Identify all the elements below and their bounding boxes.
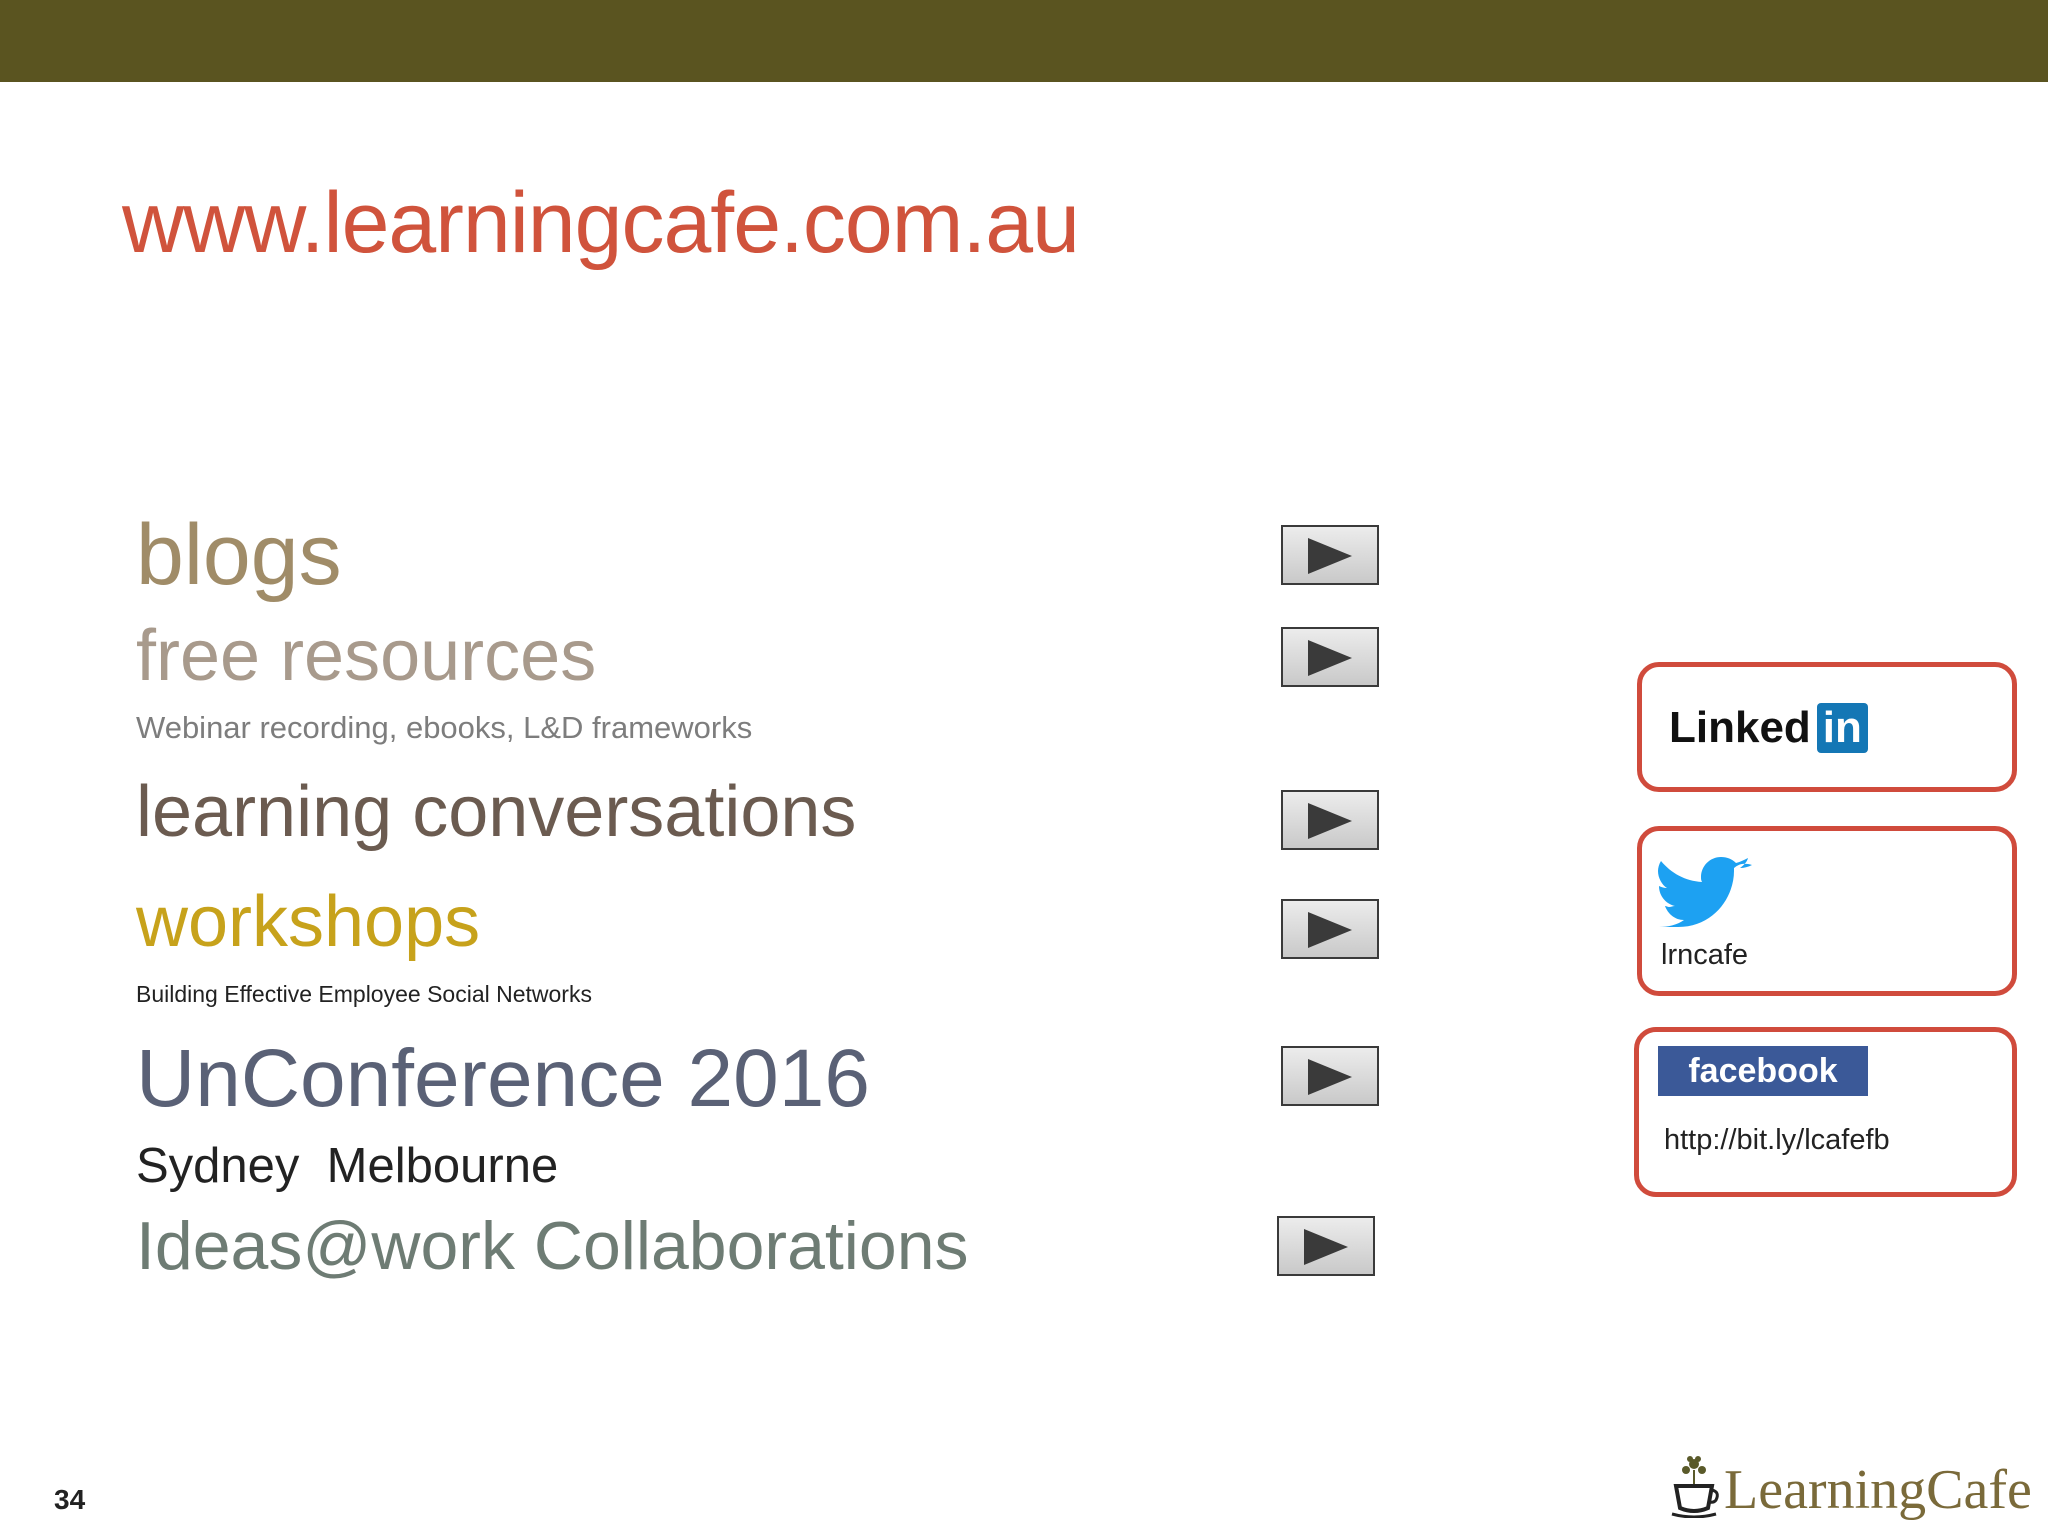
play-icon xyxy=(1304,1229,1348,1265)
free-resources-link[interactable]: free resources xyxy=(136,620,596,692)
workshops-link[interactable]: workshops xyxy=(136,886,480,958)
brand-logo: LearningCafe xyxy=(1668,1452,2032,1518)
play-icon xyxy=(1308,640,1352,676)
free-resources-subtitle: Webinar recording, ebooks, L&D framework… xyxy=(136,710,753,745)
play-icon xyxy=(1308,803,1352,839)
blogs-play-button[interactable] xyxy=(1281,525,1379,585)
page-number: 34 xyxy=(54,1484,86,1515)
linkedin-word: Linked xyxy=(1669,703,1811,752)
play-icon xyxy=(1308,1059,1352,1095)
unconference-play-button[interactable] xyxy=(1281,1046,1379,1106)
facebook-link[interactable]: http://bit.ly/lcafefb xyxy=(1664,1124,1890,1157)
coffee-cup-tree-icon xyxy=(1671,1456,1719,1518)
learning-conversations-play-button[interactable] xyxy=(1281,790,1379,850)
workshops-subtitle: Building Effective Employee Social Netwo… xyxy=(136,981,592,1007)
unconference-label[interactable]: UnConference 2016 xyxy=(136,1033,870,1124)
ideas-at-work-play-button[interactable] xyxy=(1277,1216,1375,1276)
site-url-link[interactable]: www.learningcafe.com.au xyxy=(122,180,1080,266)
linkedin-logo: Linked in xyxy=(1669,703,1868,753)
free-resources-label[interactable]: free resources xyxy=(136,616,596,696)
play-icon xyxy=(1308,538,1352,574)
learning-conversations-link[interactable]: learning conversations xyxy=(136,776,856,848)
facebook-logo: facebook xyxy=(1658,1046,1868,1096)
blogs-link[interactable]: blogs xyxy=(136,512,342,598)
workshops-label[interactable]: workshops xyxy=(136,882,480,962)
brand-name: LearningCafe xyxy=(1724,1459,2032,1521)
top-bar xyxy=(0,0,2048,82)
play-icon xyxy=(1308,912,1352,948)
facebook-card[interactable]: facebook http://bit.ly/lcafefb xyxy=(1634,1027,2017,1197)
ideas-at-work-label[interactable]: Ideas@work Collaborations xyxy=(136,1208,969,1284)
linkedin-in-badge: in xyxy=(1816,703,1868,753)
linkedin-card[interactable]: Linked in xyxy=(1637,662,2017,792)
ideas-at-work-link[interactable]: Ideas@work Collaborations xyxy=(136,1212,969,1280)
workshops-play-button[interactable] xyxy=(1281,899,1379,959)
twitter-bird-icon xyxy=(1658,857,1752,927)
blogs-label[interactable]: blogs xyxy=(136,507,342,603)
unconference-link[interactable]: UnConference 2016 xyxy=(136,1038,870,1120)
free-resources-play-button[interactable] xyxy=(1281,627,1379,687)
twitter-card[interactable]: lrncafe xyxy=(1637,826,2017,996)
twitter-handle[interactable]: lrncafe xyxy=(1661,939,1748,972)
learning-conversations-label[interactable]: learning conversations xyxy=(136,772,856,852)
cities-text: Sydney Melbourne xyxy=(136,1139,559,1193)
